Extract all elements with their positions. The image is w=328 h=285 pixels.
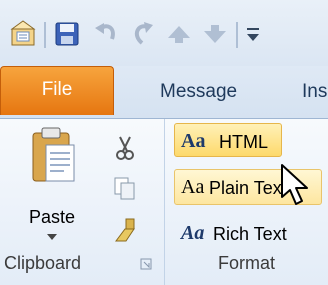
plain-text-format-label: Plain Text bbox=[209, 178, 287, 198]
format-group-label: Format bbox=[218, 253, 276, 273]
quick-access-toolbar bbox=[0, 0, 328, 66]
paste-icon bbox=[32, 127, 75, 182]
rich-text-format-label: Rich Text bbox=[213, 224, 287, 244]
copy-icon[interactable] bbox=[112, 175, 138, 201]
html-format-button[interactable]: Aa HTML bbox=[174, 123, 282, 157]
tab-insert[interactable]: Ins bbox=[302, 66, 327, 118]
customize-qat-icon[interactable] bbox=[242, 19, 264, 49]
tab-message[interactable]: Message bbox=[160, 66, 237, 118]
rich-text-format-button[interactable]: Aa Rich Text bbox=[174, 215, 324, 249]
aa-icon: Aa bbox=[181, 222, 205, 244]
aa-icon: Aa bbox=[181, 176, 205, 198]
up-arrow-icon[interactable] bbox=[164, 19, 194, 49]
html-format-label: HTML bbox=[219, 132, 268, 152]
aa-icon: Aa bbox=[181, 130, 206, 152]
ribbon-body: Paste Clipboard Aa HTML Aa Plain Text Aa… bbox=[0, 119, 328, 285]
undo-icon[interactable] bbox=[92, 19, 122, 49]
format-painter-icon[interactable] bbox=[112, 217, 138, 243]
save-icon[interactable] bbox=[52, 19, 82, 49]
redo-icon[interactable] bbox=[128, 19, 158, 49]
tab-file[interactable]: File bbox=[0, 66, 114, 115]
qat-separator bbox=[236, 22, 238, 48]
chevron-down-icon bbox=[47, 234, 57, 240]
ribbon-tabs: File Message Ins bbox=[0, 66, 328, 119]
down-arrow-icon[interactable] bbox=[200, 19, 230, 49]
paste-button[interactable]: Paste bbox=[22, 123, 92, 241]
dialog-launcher-icon[interactable] bbox=[140, 258, 152, 270]
clipboard-group-label: Clipboard bbox=[4, 253, 82, 273]
mail-app-icon[interactable] bbox=[8, 19, 38, 49]
qat-separator bbox=[44, 22, 46, 48]
paste-label: Paste bbox=[28, 207, 76, 227]
cut-icon[interactable] bbox=[112, 135, 138, 161]
group-separator bbox=[164, 119, 165, 285]
cursor-icon bbox=[281, 164, 308, 205]
